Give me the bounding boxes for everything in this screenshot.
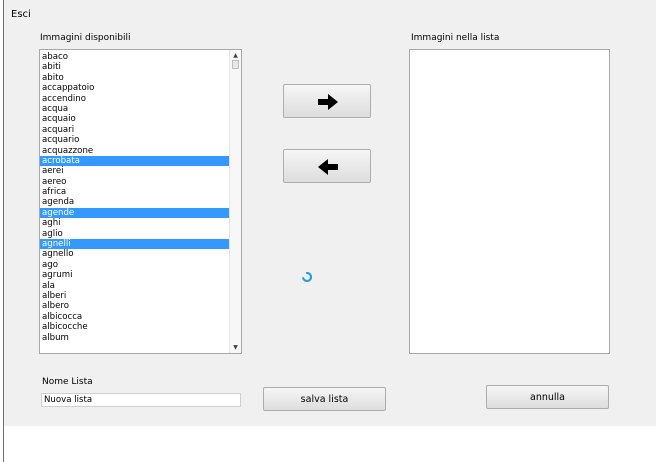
list-item[interactable]: alberi [40, 291, 231, 301]
list-item[interactable]: albero [40, 301, 231, 311]
list-item[interactable]: abaco [40, 52, 231, 62]
list-images-listbox[interactable] [409, 49, 610, 354]
available-images-scrollbar[interactable]: ▲ ▼ [229, 50, 241, 353]
available-images-rows: abaco abiti abito accappatoio accendino acqua… [40, 52, 231, 343]
scroll-down-arrow-icon[interactable]: ▼ [230, 343, 241, 352]
list-item[interactable]: aglio [40, 229, 231, 239]
list-item[interactable]: agrumi [40, 270, 231, 280]
list-item[interactable]: agenda [40, 197, 231, 207]
list-item[interactable]: acqua [40, 104, 231, 114]
list-item[interactable]: abiti [40, 62, 231, 72]
scroll-up-arrow-icon[interactable]: ▲ [230, 51, 241, 60]
list-name-label: Nome Lista [42, 377, 93, 387]
scroll-thumb[interactable] [232, 60, 239, 69]
save-list-button[interactable]: salva lista [263, 387, 386, 411]
list-item[interactable]: aerei [40, 166, 231, 176]
cancel-button[interactable]: annulla [486, 385, 609, 409]
add-to-list-button[interactable] [283, 84, 371, 118]
menu-item-esci[interactable]: Esci [11, 9, 31, 20]
list-item[interactable]: aereo [40, 177, 231, 187]
list-item[interactable]: album [40, 333, 231, 343]
remove-from-list-button[interactable] [283, 149, 371, 183]
list-item[interactable]: agnello [40, 249, 231, 259]
list-item[interactable]: accendino [40, 94, 231, 104]
available-images-label: Immagini disponibili [40, 33, 131, 43]
list-name-input[interactable] [41, 393, 241, 407]
list-item[interactable]: ago [40, 260, 231, 270]
list-item[interactable]: accappatoio [40, 83, 231, 93]
available-images-listbox[interactable]: abaco abiti abito accappatoio accendino acqua… [39, 49, 242, 354]
list-images-label: Immagini nella lista [411, 33, 500, 43]
list-item[interactable]: aghi [40, 218, 231, 228]
list-item[interactable]: albicocca [40, 312, 231, 322]
list-item[interactable]: albicocche [40, 322, 231, 332]
list-item[interactable]: abito [40, 73, 231, 83]
list-item[interactable]: africa [40, 187, 231, 197]
list-item[interactable]: agnelli [40, 239, 231, 250]
list-item[interactable]: acquario [40, 135, 231, 145]
arrow-right-icon [318, 94, 338, 110]
list-item[interactable]: acrobata [40, 155, 231, 167]
list-item[interactable]: acquari [40, 125, 231, 135]
list-item[interactable]: ala [40, 281, 231, 291]
spinner-icon [302, 272, 312, 282]
arrow-left-icon [318, 159, 338, 175]
list-item[interactable]: acquazzone [40, 146, 231, 156]
list-item[interactable]: acquaio [40, 114, 231, 124]
list-item[interactable]: agende [40, 207, 231, 219]
